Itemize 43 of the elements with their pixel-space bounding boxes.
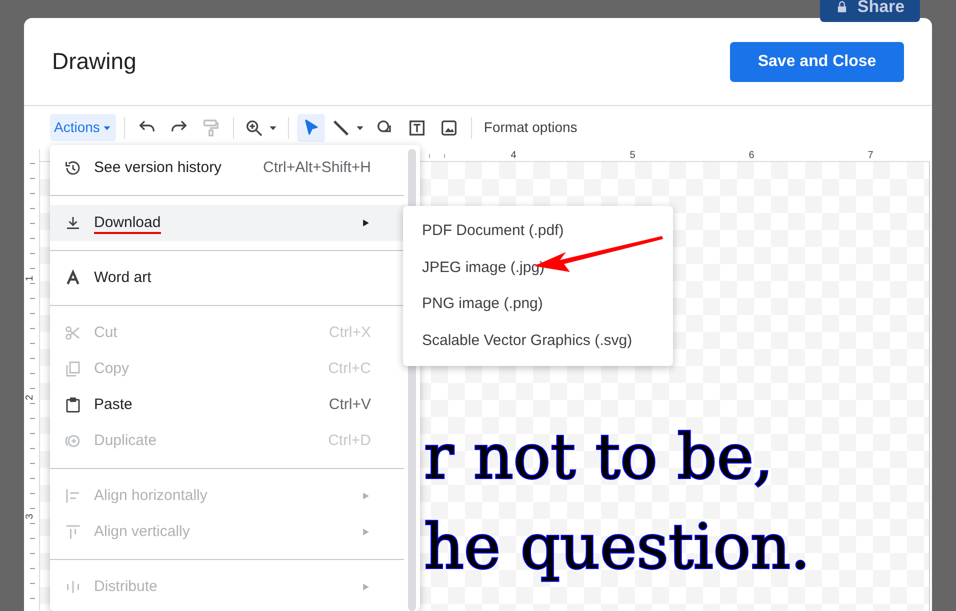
ruler-number: 7 (866, 150, 874, 161)
format-options-button[interactable]: Format options (482, 114, 580, 142)
download-icon (64, 214, 82, 232)
canvas-text: he question. (424, 509, 810, 585)
share-button[interactable]: Share (820, 0, 920, 22)
save-and-close-button[interactable]: Save and Close (730, 42, 904, 82)
menu-item[interactable]: Scalable Vector Graphics (.svg) (403, 322, 673, 359)
dialog-title: Drawing (52, 47, 136, 76)
menu-item[interactable]: PDF Document (.pdf) (403, 213, 673, 250)
scissors-icon (64, 324, 82, 342)
copy-icon (64, 360, 82, 378)
history-icon (64, 159, 82, 177)
zoom-icon (244, 118, 264, 138)
shortcut-text: Ctrl+V (328, 394, 371, 415)
shortcut-text: Ctrl+C (328, 358, 371, 379)
paint-roller-icon (200, 118, 221, 138)
ruler-number: 5 (628, 150, 636, 161)
canvas-text: r not to be, (424, 419, 774, 495)
menu-item[interactable]: See version history Ctrl+Alt+Shift+H (50, 150, 406, 186)
duplicate-icon (64, 432, 82, 450)
menu-item[interactable]: Paste Ctrl+V (50, 387, 406, 423)
shortcut-text: Ctrl+X (328, 322, 371, 343)
submenu-arrow-icon (361, 582, 371, 592)
select-tool-button[interactable] (296, 114, 325, 142)
submenu-arrow-icon (361, 527, 371, 537)
shortcut-text: Ctrl+D (328, 430, 371, 451)
ruler-number: 4 (510, 150, 518, 161)
submenu-arrow-icon (361, 218, 371, 228)
menu-item[interactable]: PNG image (.png) (403, 286, 673, 322)
word-art-icon (64, 269, 82, 287)
submenu-arrow-icon (361, 491, 371, 501)
align-left-icon (64, 487, 82, 505)
clipboard-icon (64, 396, 82, 414)
menu-item[interactable]: Download (50, 205, 406, 241)
line-icon (330, 118, 351, 138)
image-icon (438, 118, 459, 138)
distribute-icon (64, 578, 82, 596)
ruler-number: 6 (748, 150, 756, 161)
text-box-icon (406, 118, 427, 138)
menu-item[interactable]: Word art (50, 260, 406, 296)
shortcut-text: Ctrl+Alt+Shift+H (263, 158, 371, 178)
actions-menu-button[interactable]: Actions (50, 114, 116, 141)
align-top-icon (64, 523, 82, 541)
